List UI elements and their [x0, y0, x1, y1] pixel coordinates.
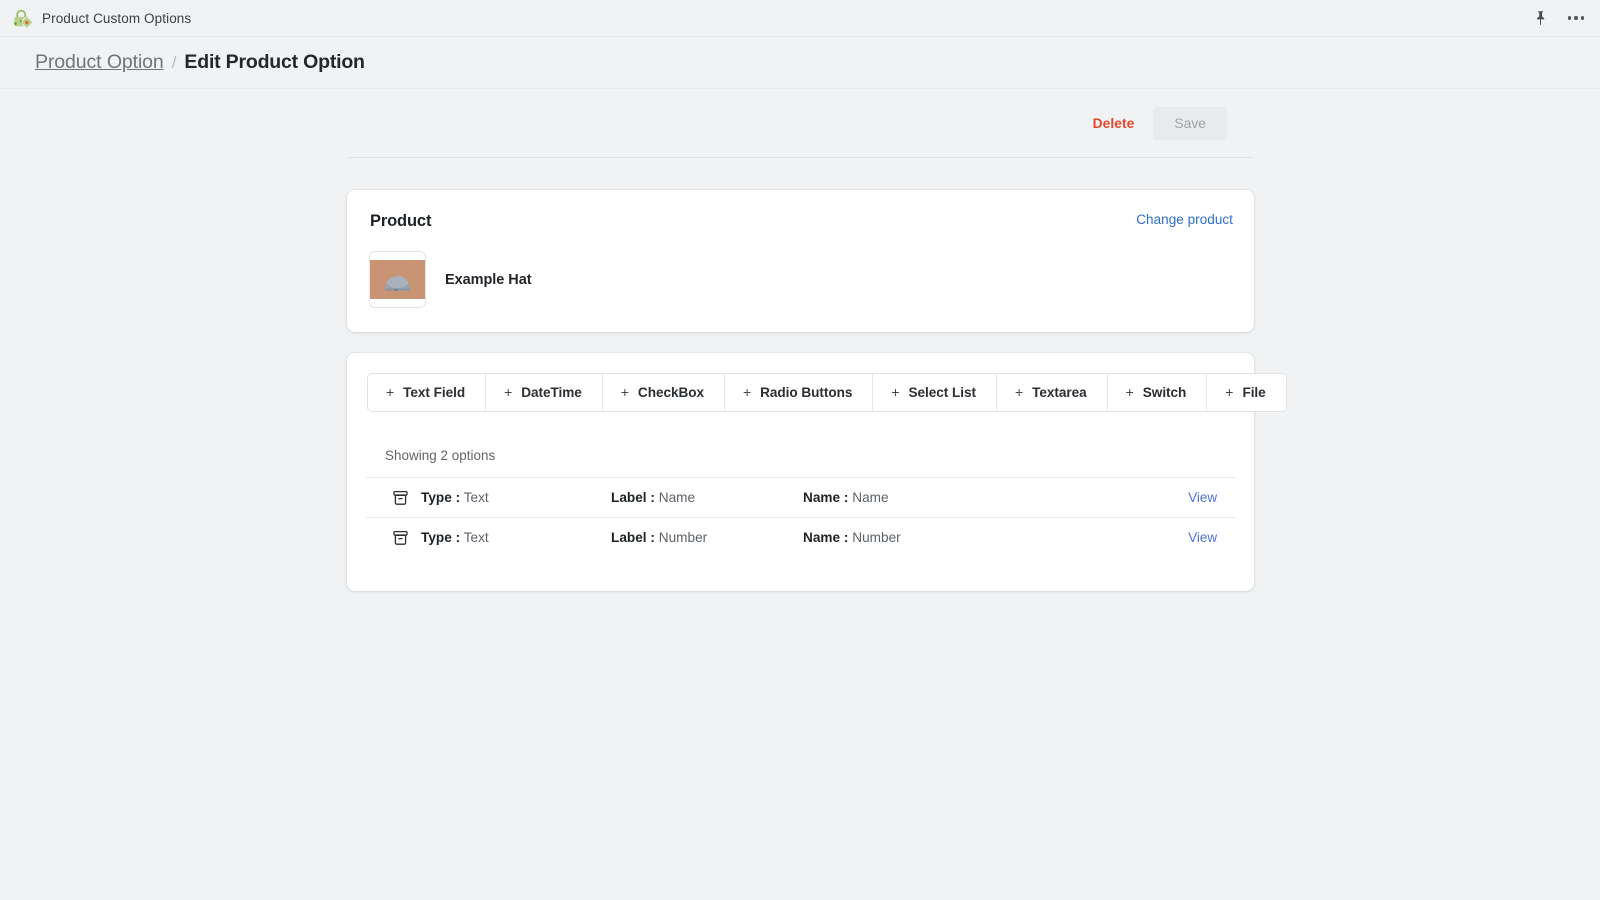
row-name-cell: Name : Name: [803, 490, 1188, 505]
add-select-list-button[interactable]: + Select List: [873, 374, 997, 411]
dot: [1580, 16, 1584, 20]
add-radio-buttons-button[interactable]: + Radio Buttons: [725, 374, 874, 411]
table-row[interactable]: Type : Text Label : Number Name : Number…: [366, 517, 1235, 557]
table-row[interactable]: Type : Text Label : Name Name : Name Vie…: [366, 477, 1235, 517]
row-type-key: Type :: [421, 490, 461, 505]
row-type-cell: Type : Text: [421, 490, 611, 505]
app-title: Product Custom Options: [42, 10, 192, 26]
delete-button[interactable]: Delete: [1079, 108, 1149, 139]
breadcrumb-bar: Product Option / Edit Product Option: [0, 37, 1600, 89]
page-title: Edit Product Option: [184, 51, 365, 73]
app-bar-right: [1533, 10, 1586, 26]
add-select-list-label: Select List: [908, 385, 977, 400]
plus-icon: +: [1125, 384, 1134, 400]
archive-box-icon[interactable]: [393, 530, 408, 546]
add-text-field-label: Text Field: [403, 385, 466, 400]
add-radio-buttons-label: Radio Buttons: [760, 385, 853, 400]
row-label-cell: Label : Number: [611, 530, 803, 545]
plus-icon: +: [1014, 384, 1024, 400]
add-checkbox-label: CheckBox: [637, 385, 705, 400]
add-textarea-button[interactable]: + Textarea: [996, 374, 1108, 411]
plus-icon: +: [743, 384, 752, 400]
plus-icon: +: [891, 384, 900, 400]
options-list: Type : Text Label : Name Name : Name Vie…: [366, 477, 1235, 557]
product-name: Example Hat: [445, 271, 532, 288]
add-checkbox-button[interactable]: + CheckBox: [602, 374, 726, 411]
option-type-buttons: + Text Field + DateTime + CheckBox + Rad…: [367, 373, 1287, 412]
plus-icon: +: [1225, 384, 1234, 400]
breadcrumb-separator: /: [171, 52, 177, 72]
row-name-value: Number: [852, 530, 901, 545]
product-card-header: Product Change product: [368, 212, 1233, 231]
row-label-value: Name: [658, 490, 696, 505]
lock-gear-icon: [12, 8, 33, 29]
options-card: + Text Field + DateTime + CheckBox + Rad…: [347, 353, 1287, 591]
row-name-cell: Name : Number: [803, 530, 1188, 545]
product-card: Product Change product Example Hat: [347, 190, 1254, 332]
add-file-button[interactable]: + File: [1207, 374, 1286, 411]
options-count-text: Showing 2 options: [385, 448, 496, 463]
actions-divider: [347, 157, 1254, 158]
save-button[interactable]: Save: [1153, 106, 1227, 140]
row-type-cell: Type : Text: [421, 530, 611, 545]
add-text-field-button[interactable]: + Text Field: [368, 374, 487, 411]
row-label-cell: Label : Name: [611, 490, 803, 505]
add-file-label: File: [1242, 385, 1266, 400]
app-bar-left: Product Custom Options: [12, 8, 191, 29]
add-textarea-label: Textarea: [1032, 385, 1087, 400]
dot: [1568, 16, 1572, 20]
change-product-link[interactable]: Change product: [1136, 212, 1233, 227]
add-datetime-label: DateTime: [521, 385, 582, 400]
row-label-key: Label :: [611, 490, 655, 505]
add-datetime-button[interactable]: + DateTime: [486, 374, 603, 411]
row-name-value: Name: [852, 490, 889, 505]
row-name-key: Name :: [803, 490, 849, 505]
product-card-title: Product: [370, 212, 432, 230]
app-bar: Product Custom Options: [0, 0, 1600, 37]
plus-icon: +: [620, 384, 629, 400]
page-actions: Delete Save: [347, 89, 1254, 157]
row-type-key: Type :: [421, 530, 461, 545]
selected-product: Example Hat: [368, 251, 1233, 308]
row-type-value: Text: [463, 530, 489, 545]
dot: [1574, 16, 1578, 20]
plus-icon: +: [386, 384, 395, 400]
row-name-key: Name :: [803, 530, 849, 545]
plus-icon: +: [504, 384, 513, 400]
page-content: Delete Save Product Change product Examp…: [0, 89, 1600, 591]
view-option-link[interactable]: View: [1188, 490, 1217, 505]
breadcrumb-parent-link[interactable]: Product Option: [35, 51, 164, 74]
archive-box-icon[interactable]: [393, 490, 408, 506]
more-options-icon[interactable]: [1566, 10, 1586, 25]
add-switch-label: Switch: [1142, 385, 1187, 400]
view-option-link[interactable]: View: [1188, 530, 1217, 545]
row-label-key: Label :: [611, 530, 655, 545]
add-switch-button[interactable]: + Switch: [1107, 374, 1208, 411]
row-label-value: Number: [658, 530, 708, 545]
pin-icon[interactable]: [1533, 10, 1548, 26]
product-hat-thumbnail: [369, 251, 426, 308]
row-type-value: Text: [463, 490, 489, 505]
